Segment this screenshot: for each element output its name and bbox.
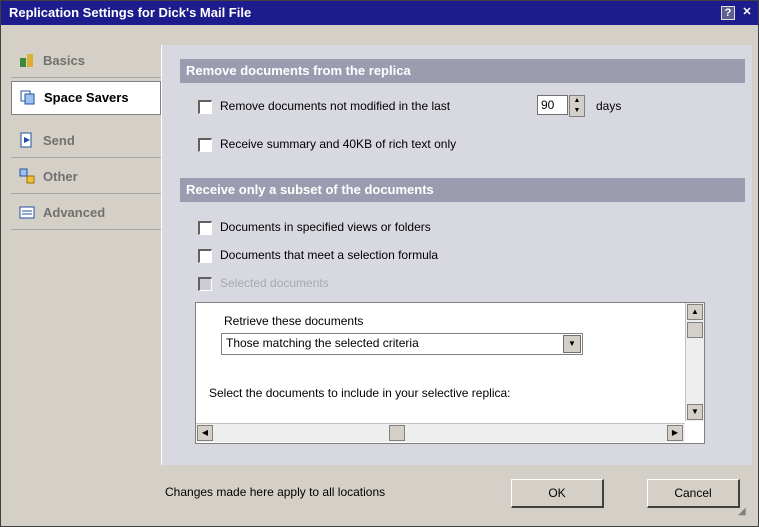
other-icon bbox=[19, 168, 35, 184]
ok-button[interactable]: OK bbox=[511, 479, 604, 508]
remove-section-title: Remove documents from the replica bbox=[186, 63, 411, 78]
spin-up-icon[interactable]: ▲ bbox=[570, 96, 584, 106]
views-checkbox[interactable] bbox=[198, 221, 212, 235]
remove-old-checkbox[interactable] bbox=[198, 100, 212, 114]
space-savers-icon bbox=[20, 90, 35, 105]
sidebar-item-label: Other bbox=[43, 169, 78, 184]
selection-criteria-box: Retrieve these documents Those matching … bbox=[195, 302, 705, 444]
sidebar-item-send[interactable]: Send bbox=[11, 125, 161, 158]
vertical-scrollbar[interactable]: ▲ ▼ bbox=[685, 303, 704, 421]
views-label: Documents in specified views or folders bbox=[220, 220, 431, 234]
basics-icon bbox=[20, 54, 33, 67]
sidebar-item-basics[interactable]: Basics bbox=[11, 45, 161, 78]
horizontal-scroll-thumb[interactable] bbox=[389, 425, 405, 441]
horizontal-scrollbar[interactable]: ◀ ▶ bbox=[196, 423, 685, 442]
settings-sidebar: Basics Space Savers Send Other Advanced bbox=[11, 45, 161, 465]
subset-section-title: Receive only a subset of the documents bbox=[186, 182, 434, 197]
days-label: days bbox=[596, 99, 622, 113]
help-button[interactable]: ? bbox=[721, 6, 735, 20]
summary-label: Receive summary and 40KB of rich text on… bbox=[220, 137, 457, 151]
title-bar[interactable]: Replication Settings for Dick's Mail Fil… bbox=[1, 1, 758, 25]
days-input[interactable]: 90 bbox=[537, 95, 568, 115]
scroll-right-icon[interactable]: ▶ bbox=[667, 425, 683, 441]
days-spinner[interactable]: 90 ▲ ▼ bbox=[537, 95, 585, 117]
dialog-title: Replication Settings for Dick's Mail Fil… bbox=[9, 5, 252, 20]
replication-settings-dialog: Replication Settings for Dick's Mail Fil… bbox=[0, 0, 759, 527]
close-button[interactable]: ✕ bbox=[740, 5, 754, 19]
retrieve-select[interactable]: Those matching the selected criteria ▼ bbox=[221, 333, 583, 355]
scroll-left-icon[interactable]: ◀ bbox=[197, 425, 213, 441]
sidebar-item-label: Basics bbox=[43, 53, 85, 68]
sidebar-item-other[interactable]: Other bbox=[11, 161, 161, 194]
remove-section-header: Remove documents from the replica bbox=[180, 59, 745, 83]
sidebar-item-label: Advanced bbox=[43, 205, 106, 220]
scroll-down-icon[interactable]: ▼ bbox=[687, 404, 703, 420]
retrieve-label: Retrieve these documents bbox=[224, 314, 364, 328]
space-savers-panel: Remove documents from the replica Remove… bbox=[161, 45, 752, 465]
resize-grip-icon[interactable]: ◢ bbox=[738, 506, 754, 522]
send-icon bbox=[20, 132, 32, 148]
vertical-scroll-thumb[interactable] bbox=[687, 322, 703, 338]
spin-down-icon[interactable]: ▼ bbox=[570, 106, 584, 116]
sidebar-item-advanced[interactable]: Advanced bbox=[11, 197, 161, 230]
retrieve-select-value: Those matching the selected criteria bbox=[226, 336, 419, 350]
chevron-down-icon[interactable]: ▼ bbox=[563, 335, 581, 353]
remove-old-label: Remove documents not modified in the las… bbox=[220, 99, 451, 113]
advanced-icon bbox=[19, 206, 35, 219]
cancel-button[interactable]: Cancel bbox=[647, 479, 740, 508]
selected-docs-label: Selected documents bbox=[220, 276, 329, 290]
sidebar-item-label: Space Savers bbox=[44, 90, 129, 105]
summary-checkbox[interactable] bbox=[198, 138, 212, 152]
formula-checkbox[interactable] bbox=[198, 249, 212, 263]
sidebar-item-space-savers[interactable]: Space Savers bbox=[11, 81, 161, 115]
sidebar-item-label: Send bbox=[43, 133, 75, 148]
days-spin-buttons[interactable]: ▲ ▼ bbox=[569, 95, 585, 117]
selective-replica-hint: Select the documents to include in your … bbox=[209, 386, 511, 400]
selected-docs-checkbox bbox=[198, 277, 212, 291]
subset-section-header: Receive only a subset of the documents bbox=[180, 178, 745, 202]
formula-label: Documents that meet a selection formula bbox=[220, 248, 439, 262]
scroll-up-icon[interactable]: ▲ bbox=[687, 304, 703, 320]
locations-note: Changes made here apply to all locations bbox=[165, 485, 386, 499]
